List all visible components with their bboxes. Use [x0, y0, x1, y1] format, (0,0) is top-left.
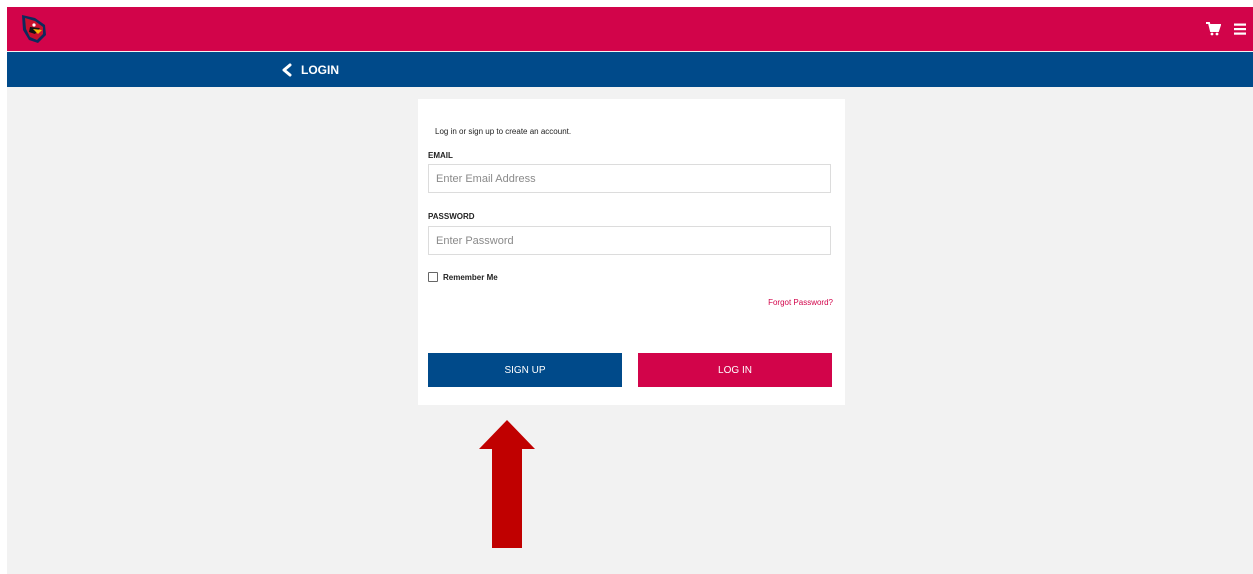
hamburger-menu-icon[interactable]: [1233, 22, 1247, 36]
up-arrow-icon: [479, 420, 535, 548]
login-card: Log in or sign up to create an account. …: [418, 99, 845, 405]
page-title: LOGIN: [301, 62, 339, 77]
login-subheader: LOGIN: [7, 52, 1253, 87]
cardinal-logo-icon[interactable]: [19, 13, 49, 45]
email-field[interactable]: [428, 164, 831, 193]
back-button[interactable]: LOGIN: [281, 52, 339, 87]
password-label: PASSWORD: [428, 212, 475, 221]
remember-me-label: Remember Me: [443, 272, 498, 282]
email-label: EMAIL: [428, 151, 453, 160]
cart-icon[interactable]: [1205, 21, 1221, 37]
remember-me-checkbox[interactable]: [428, 272, 438, 282]
log-in-button[interactable]: LOG IN: [638, 353, 832, 387]
forgot-password-link[interactable]: Forgot Password?: [768, 298, 833, 307]
sign-up-button[interactable]: SIGN UP: [428, 353, 622, 387]
chevron-left-icon: [282, 63, 292, 76]
remember-me-row[interactable]: Remember Me: [428, 272, 498, 282]
page-frame: LOGIN Log in or sign up to create an acc…: [7, 7, 1253, 574]
password-field[interactable]: [428, 226, 831, 255]
intro-text: Log in or sign up to create an account.: [435, 127, 572, 136]
top-header-bar: [7, 7, 1253, 51]
